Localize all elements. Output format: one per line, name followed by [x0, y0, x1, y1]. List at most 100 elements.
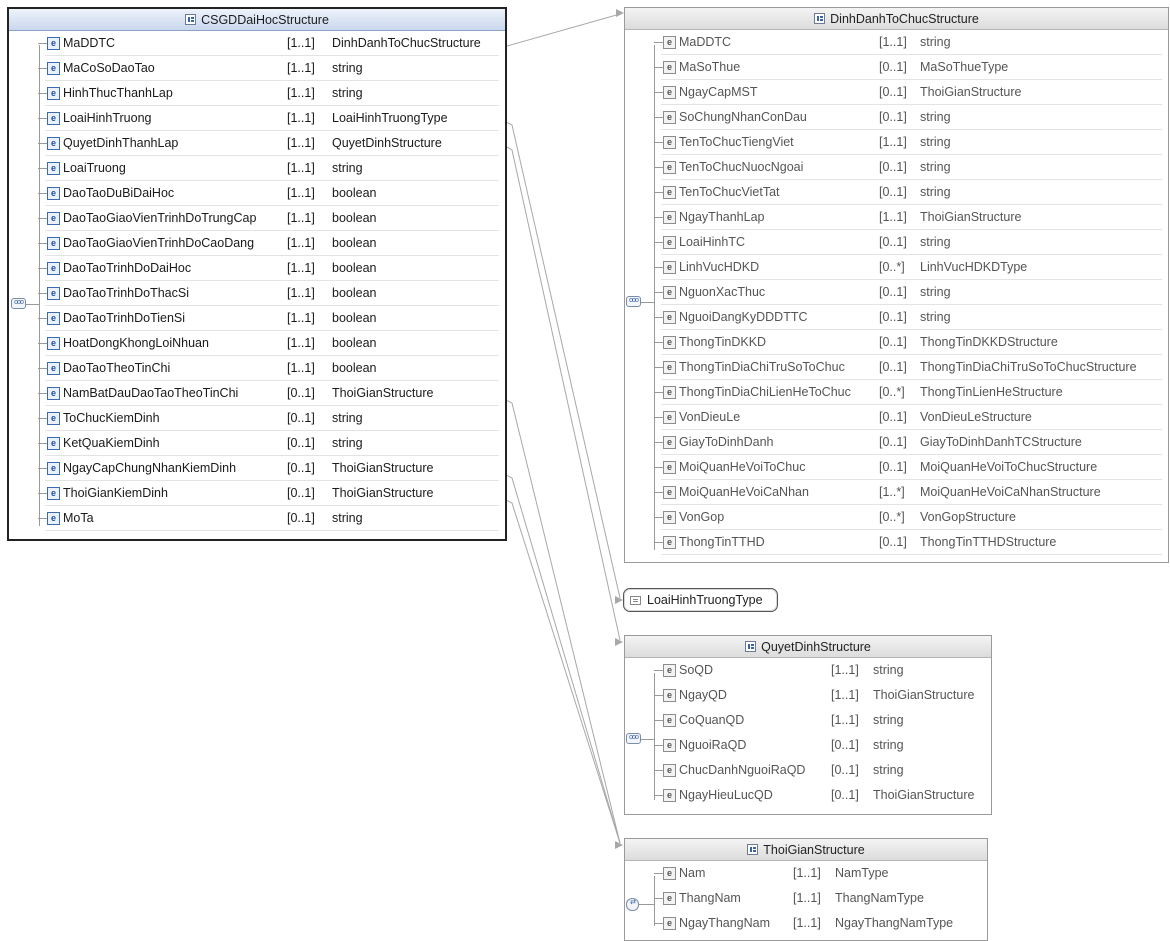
element-row[interactable]: e MaCoSoDaoTao [1..1] string [9, 56, 505, 81]
sequence-icon[interactable]: ooo [626, 733, 641, 744]
element-type: string [332, 86, 363, 100]
element-row[interactable]: e LinhVucHDKD [0..*] LinhVucHDKDType [625, 255, 1168, 280]
element-name: NamBatDauDaoTaoTheoTinChi [63, 386, 239, 400]
element-row[interactable]: e TenToChucVietTat [0..1] string [625, 180, 1168, 205]
element-row[interactable]: e DaoTaoTrinhDoTienSi [1..1] boolean [9, 306, 505, 331]
element-row[interactable]: e ThongTinDiaChiTruSoToChuc [0..1] ThongTin… [625, 355, 1168, 380]
element-row[interactable]: e ChucDanhNguoiRaQD [0..1] string [625, 758, 991, 783]
element-row[interactable]: e DaoTaoTrinhDoDaiHoc [1..1] boolean [9, 256, 505, 281]
element-icon: e [663, 411, 676, 424]
element-row[interactable]: e ThongTinDiaChiLienHeToChuc [0..*] ThongTi… [625, 380, 1168, 405]
structure-title: DinhDanhToChucStructure [830, 11, 979, 26]
element-cardinality: [1..1] [287, 61, 315, 75]
element-icon: e [663, 664, 676, 677]
element-row[interactable]: e NgayCapChungNhanKiemDinh [0..1] ThoiGianS… [9, 456, 505, 481]
element-type: boolean [332, 186, 377, 200]
element-row[interactable]: e HinhThucThanhLap [1..1] string [9, 81, 505, 106]
element-cardinality: [0..1] [287, 411, 315, 425]
element-type: NamType [835, 866, 889, 880]
element-row[interactable]: e SoChungNhanConDau [0..1] string [625, 105, 1168, 130]
element-row[interactable]: e NguonXacThuc [0..1] string [625, 280, 1168, 305]
element-row[interactable]: e DaoTaoGiaoVienTrinhDoCaoDang [1..1] boole… [9, 231, 505, 256]
connector-to-thoigian [499, 471, 621, 844]
element-row[interactable]: e NamBatDauDaoTaoTheoTinChi [0..1] ThoiGian… [9, 381, 505, 406]
element-cardinality: [0..1] [879, 235, 907, 249]
element-row[interactable]: e DaoTaoTrinhDoThacSi [1..1] boolean [9, 281, 505, 306]
element-name: VonGop [679, 510, 725, 524]
element-row[interactable]: e VonGop [0..*] VonGopStructure [625, 505, 1168, 530]
element-cardinality: [1..1] [793, 916, 821, 930]
element-name: GiayToDinhDanh [679, 435, 774, 449]
sequence-icon[interactable]: ooo [11, 298, 26, 309]
element-row[interactable]: e HoatDongKhongLoiNhuan [1..1] boolean [9, 331, 505, 356]
element-name: MaDDTC [679, 35, 732, 49]
element-row[interactable]: e MoiQuanHeVoiToChuc [0..1] MoiQuanHeVoiToC… [625, 455, 1168, 480]
element-row[interactable]: e NgayThangNam [1..1] NgayThangNamType [625, 911, 987, 936]
loaihinhtruong-simple-type[interactable]: LoaiHinhTruongType [623, 588, 778, 612]
element-row[interactable]: e DaoTaoTheoTinChi [1..1] boolean [9, 356, 505, 381]
choice-icon[interactable]: ⇄ [626, 898, 639, 911]
element-icon: e [663, 311, 676, 324]
complex-type-icon [747, 844, 759, 855]
element-icon: e [663, 436, 676, 449]
element-type: QuyetDinhStructure [332, 136, 442, 150]
element-type: ThoiGianStructure [873, 788, 975, 802]
element-name: NguoiDangKyDDDTTC [679, 310, 808, 324]
element-row[interactable]: e GiayToDinhDanh [0..1] GiayToDinhDanhTCStr… [625, 430, 1168, 455]
element-row[interactable]: e Nam [1..1] NamType [625, 861, 987, 886]
element-name: NguonXacThuc [679, 285, 766, 299]
element-row[interactable]: e NgayThanhLap [1..1] ThoiGianStructure [625, 205, 1168, 230]
element-row[interactable]: e ThongTinTTHD [0..1] ThongTinTTHDStructure [625, 530, 1168, 555]
element-name: DaoTaoDuBiDaiHoc [63, 186, 175, 200]
element-row[interactable]: e NgayCapMST [0..1] ThoiGianStructure [625, 80, 1168, 105]
element-row[interactable]: e MaSoThue [0..1] MaSoThueType [625, 55, 1168, 80]
sequence-icon[interactable]: ooo [626, 296, 641, 307]
element-name: DaoTaoTheoTinChi [63, 361, 171, 375]
element-type: string [332, 436, 363, 450]
element-row[interactable]: e MaDDTC [1..1] string [625, 30, 1168, 55]
element-type: boolean [332, 361, 377, 375]
element-row[interactable]: e MoiQuanHeVoiCaNhan [1..*] MoiQuanHeVoiCaN… [625, 480, 1168, 505]
element-row[interactable]: e MoTa [0..1] string [9, 506, 505, 531]
element-row[interactable]: e LoaiHinhTC [0..1] string [625, 230, 1168, 255]
structure-header: ThoiGianStructure [625, 839, 987, 861]
element-row[interactable]: e QuyetDinhThanhLap [1..1] QuyetDinhStructu… [9, 131, 505, 156]
element-icon: e [47, 137, 60, 150]
element-row[interactable]: e CoQuanQD [1..1] string [625, 708, 991, 733]
element-icon: e [663, 61, 676, 74]
element-row[interactable]: e ThangNam [1..1] ThangNamType [625, 886, 987, 911]
element-row[interactable]: e LoaiHinhTruong [1..1] LoaiHinhTruongType [9, 106, 505, 131]
element-row[interactable]: e SoQD [1..1] string [625, 658, 991, 683]
element-type: ThongTinTTHDStructure [920, 535, 1057, 549]
element-cardinality: [0..1] [879, 85, 907, 99]
element-row[interactable]: e KetQuaKiemDinh [0..1] string [9, 431, 505, 456]
element-cardinality: [0..1] [879, 60, 907, 74]
element-type: boolean [332, 211, 377, 225]
element-row[interactable]: e ThongTinDKKD [0..1] ThongTinDKKDStructure [625, 330, 1168, 355]
element-row[interactable]: e DaoTaoGiaoVienTrinhDoTrungCap [1..1] bool… [9, 206, 505, 231]
element-name: NgayQD [679, 688, 727, 702]
element-row[interactable]: e DaoTaoDuBiDaiHoc [1..1] boolean [9, 181, 505, 206]
element-row[interactable]: e ToChucKiemDinh [0..1] string [9, 406, 505, 431]
element-name: DaoTaoTrinhDoTienSi [63, 311, 186, 325]
element-row[interactable]: e MaDDTC [1..1] DinhDanhToChucStructure [9, 31, 505, 56]
element-row[interactable]: e NguoiRaQD [0..1] string [625, 733, 991, 758]
element-row[interactable]: e NgayQD [1..1] ThoiGianStructure [625, 683, 991, 708]
element-row[interactable]: e LoaiTruong [1..1] string [9, 156, 505, 181]
element-cardinality: [0..*] [879, 260, 905, 274]
element-row[interactable]: e NguoiDangKyDDDTTC [0..1] string [625, 305, 1168, 330]
element-icon: e [663, 917, 676, 930]
element-row[interactable]: e TenToChucTiengViet [1..1] string [625, 130, 1168, 155]
element-icon: e [663, 211, 676, 224]
element-icon: e [663, 236, 676, 249]
element-icon: e [663, 764, 676, 777]
element-name: TenToChucNuocNgoai [679, 160, 804, 174]
element-row[interactable]: e TenToChucNuocNgoai [0..1] string [625, 155, 1168, 180]
element-row[interactable]: e ThoiGianKiemDinh [0..1] ThoiGianStructure [9, 481, 505, 506]
element-type: MoiQuanHeVoiToChucStructure [920, 460, 1098, 474]
row-divider [661, 554, 1162, 555]
element-cardinality: [0..*] [879, 385, 905, 399]
element-icon: e [663, 261, 676, 274]
element-row[interactable]: e NgayHieuLucQD [0..1] ThoiGianStructure [625, 783, 991, 808]
element-row[interactable]: e VonDieuLe [0..1] VonDieuLeStructure [625, 405, 1168, 430]
